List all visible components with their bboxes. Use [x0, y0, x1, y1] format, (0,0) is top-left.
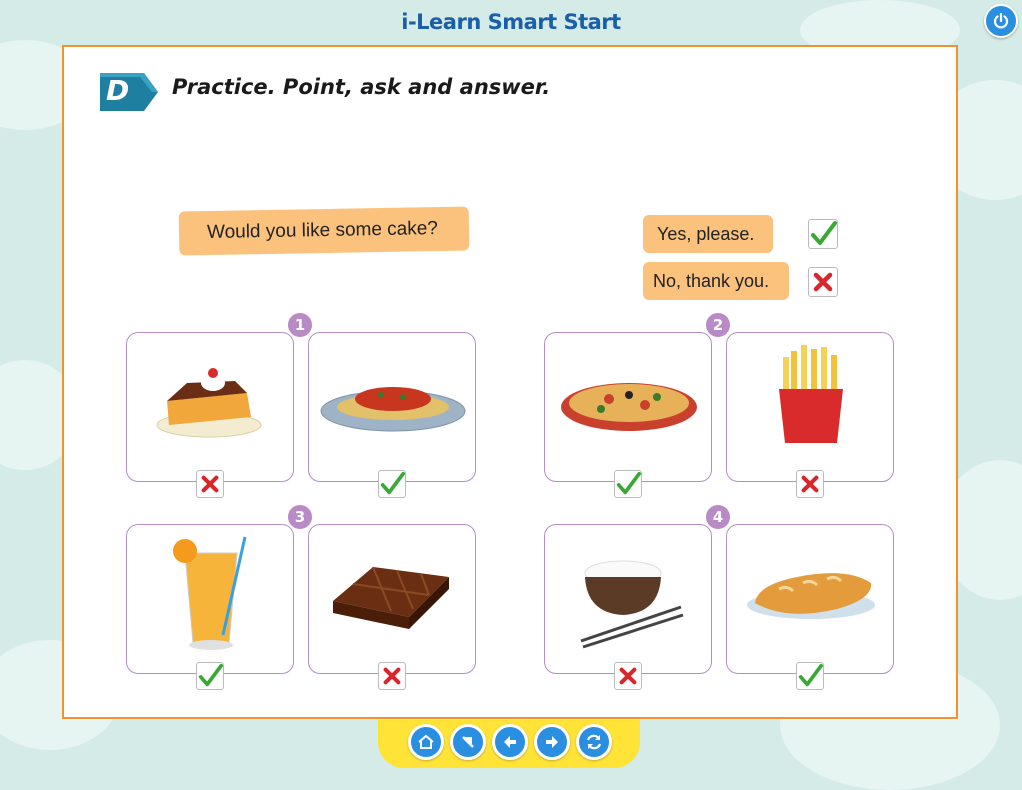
refresh-icon: [586, 734, 602, 750]
check-mark-icon: [808, 219, 838, 249]
spaghetti-icon: [320, 387, 466, 432]
no-bubble: No, thank you.: [643, 262, 789, 300]
back-to-start-button[interactable]: [450, 724, 486, 760]
exercise-page: D Practice. Point, ask and answer. Would…: [62, 45, 958, 719]
navigation-bar: [378, 720, 640, 768]
previous-button[interactable]: [492, 724, 528, 760]
food-card-spaghetti[interactable]: [308, 332, 476, 482]
next-button[interactable]: [534, 724, 570, 760]
power-icon: [993, 12, 1009, 29]
cross-mark-icon: [614, 662, 642, 690]
power-button[interactable]: [984, 4, 1018, 38]
fries-icon: [779, 345, 843, 443]
yes-text: Yes, please.: [657, 223, 755, 244]
instruction-text: Practice. Point, ask and answer.: [172, 75, 551, 99]
home-icon: [418, 734, 434, 749]
food-card-bread[interactable]: [726, 524, 894, 674]
cross-mark-icon: [196, 470, 224, 498]
food-card-fries[interactable]: [726, 332, 894, 482]
check-mark-icon: [614, 470, 642, 498]
pizza-icon: [561, 383, 697, 431]
cross-mark-icon: [378, 662, 406, 690]
previous-icon: [504, 736, 516, 748]
section-badge: D: [100, 71, 158, 113]
cake-icon: [156, 368, 262, 438]
chocolate-icon: [333, 566, 449, 629]
food-card-orange-juice[interactable]: [126, 524, 294, 674]
check-mark-icon: [196, 662, 224, 690]
food-card-chocolate[interactable]: [308, 524, 476, 674]
section-letter: D: [106, 74, 130, 107]
next-icon: [546, 736, 558, 748]
question-text: Would you like some cake?: [206, 218, 439, 244]
check-mark-icon: [378, 470, 406, 498]
food-card-pizza[interactable]: [544, 332, 712, 482]
rice-icon: [580, 560, 684, 649]
question-bubble: Would you like some cake?: [178, 206, 470, 256]
food-card-rice[interactable]: [544, 524, 712, 674]
cross-mark-icon: [808, 267, 838, 297]
cross-mark-icon: [796, 470, 824, 498]
home-button[interactable]: [408, 724, 444, 760]
food-card-cake[interactable]: [126, 332, 294, 482]
yes-bubble: Yes, please.: [643, 215, 773, 253]
check-mark-icon: [796, 662, 824, 690]
no-text: No, thank you.: [653, 270, 770, 291]
orange-juice-icon: [173, 536, 247, 650]
app-title: i-Learn Smart Start: [401, 10, 621, 34]
back-to-start-icon: [462, 736, 474, 748]
refresh-button[interactable]: [576, 724, 612, 760]
bread-icon: [747, 573, 875, 619]
